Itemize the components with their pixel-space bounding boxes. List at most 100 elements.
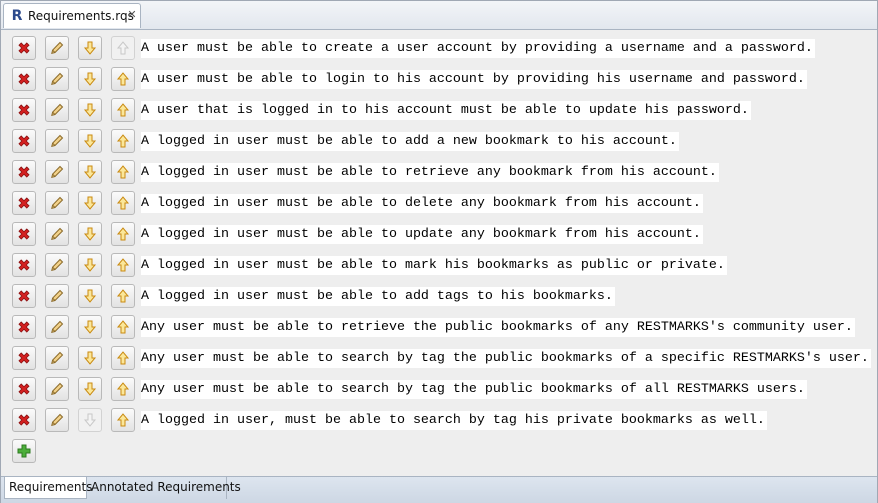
edit-pencil-icon (51, 320, 64, 333)
edit-pencil-icon (51, 196, 64, 209)
move-up-button[interactable] (111, 408, 135, 432)
requirement-text[interactable]: A user must be able to create a user acc… (141, 39, 815, 58)
delete-requirement-button[interactable] (12, 36, 36, 60)
edit-requirement-button[interactable] (45, 36, 69, 60)
move-up-button[interactable] (111, 315, 135, 339)
editor-tab-requirements[interactable]: R Requirements.rqs ✕ (3, 3, 141, 28)
delete-icon (18, 197, 30, 209)
tab-annotated-requirements[interactable]: Annotated Requirements (87, 477, 241, 499)
edit-pencil-icon (51, 103, 64, 116)
edit-pencil-icon (51, 227, 64, 240)
edit-requirement-button[interactable] (45, 98, 69, 122)
requirement-row: A logged in user must be able to update … (1, 219, 877, 249)
edit-pencil-icon (51, 41, 64, 54)
requirement-text[interactable]: Any user must be able to retrieve the pu… (141, 318, 855, 337)
delete-requirement-button[interactable] (12, 191, 36, 215)
requirement-text[interactable]: A logged in user, must be able to search… (141, 411, 767, 430)
delete-requirement-button[interactable] (12, 346, 36, 370)
edit-requirement-button[interactable] (45, 346, 69, 370)
move-down-button[interactable] (78, 160, 102, 184)
edit-pencil-icon (51, 72, 64, 85)
move-up-arrow-icon (116, 351, 130, 365)
requirement-row: Any user must be able to search by tag t… (1, 343, 877, 373)
move-down-button[interactable] (78, 284, 102, 308)
add-plus-icon (17, 444, 31, 458)
requirement-text[interactable]: A logged in user must be able to add tag… (141, 287, 615, 306)
move-up-button[interactable] (111, 253, 135, 277)
move-down-button[interactable] (78, 129, 102, 153)
delete-requirement-button[interactable] (12, 129, 36, 153)
delete-icon (18, 321, 30, 333)
edit-requirement-button[interactable] (45, 377, 69, 401)
move-down-arrow-icon (83, 103, 97, 117)
requirement-text[interactable]: A user that is logged in to his account … (141, 101, 751, 120)
edit-requirement-button[interactable] (45, 222, 69, 246)
move-down-arrow-icon (83, 289, 97, 303)
edit-requirement-button[interactable] (45, 253, 69, 277)
requirement-row: A logged in user, must be able to search… (1, 405, 877, 435)
move-up-arrow-icon (116, 196, 130, 210)
delete-requirement-button[interactable] (12, 160, 36, 184)
delete-requirement-button[interactable] (12, 284, 36, 308)
close-icon[interactable]: ✕ (126, 8, 138, 22)
move-up-button[interactable] (111, 191, 135, 215)
tab-requirements[interactable]: Requirements (4, 477, 92, 499)
move-down-arrow-icon (83, 351, 97, 365)
move-down-arrow-icon (83, 227, 97, 241)
move-up-button[interactable] (111, 160, 135, 184)
move-up-button[interactable] (111, 98, 135, 122)
delete-icon (18, 414, 30, 426)
edit-requirement-button[interactable] (45, 315, 69, 339)
delete-requirement-button[interactable] (12, 67, 36, 91)
delete-icon (18, 290, 30, 302)
delete-icon (18, 383, 30, 395)
edit-requirement-button[interactable] (45, 284, 69, 308)
move-up-button[interactable] (111, 222, 135, 246)
move-up-arrow-icon (116, 72, 130, 86)
edit-requirement-button[interactable] (45, 67, 69, 91)
editor-tab-title: Requirements.rqs (28, 9, 134, 23)
move-up-button[interactable] (111, 129, 135, 153)
edit-requirement-button[interactable] (45, 408, 69, 432)
requirement-text[interactable]: A logged in user must be able to add a n… (141, 132, 679, 151)
edit-requirement-button[interactable] (45, 129, 69, 153)
requirement-text[interactable]: A logged in user must be able to mark hi… (141, 256, 727, 275)
delete-requirement-button[interactable] (12, 315, 36, 339)
move-down-button[interactable] (78, 253, 102, 277)
requirement-row: A logged in user must be able to add a n… (1, 126, 877, 156)
add-requirement-button[interactable] (12, 439, 36, 463)
move-down-button[interactable] (78, 315, 102, 339)
move-up-arrow-icon (116, 134, 130, 148)
requirement-text[interactable]: A logged in user must be able to retriev… (141, 163, 719, 182)
edit-requirement-button[interactable] (45, 191, 69, 215)
move-up-button[interactable] (111, 377, 135, 401)
move-up-button[interactable] (111, 346, 135, 370)
move-down-button[interactable] (78, 377, 102, 401)
edit-requirement-button[interactable] (45, 160, 69, 184)
delete-requirement-button[interactable] (12, 98, 36, 122)
requirement-text[interactable]: A logged in user must be able to delete … (141, 194, 703, 213)
delete-icon (18, 228, 30, 240)
move-down-button[interactable] (78, 222, 102, 246)
requirement-text[interactable]: Any user must be able to search by tag t… (141, 349, 871, 368)
requirement-text[interactable]: A logged in user must be able to update … (141, 225, 703, 244)
delete-requirement-button[interactable] (12, 253, 36, 277)
move-down-arrow-icon (83, 165, 97, 179)
edit-pencil-icon (51, 289, 64, 302)
move-up-button[interactable] (111, 284, 135, 308)
requirement-text[interactable]: A user must be able to login to his acco… (141, 70, 807, 89)
delete-requirement-button[interactable] (12, 222, 36, 246)
delete-icon (18, 352, 30, 364)
editor-window: R Requirements.rqs ✕ A user must be able… (0, 0, 878, 503)
move-down-button[interactable] (78, 36, 102, 60)
move-up-button[interactable] (111, 67, 135, 91)
move-down-button[interactable] (78, 191, 102, 215)
delete-requirement-button[interactable] (12, 408, 36, 432)
delete-requirement-button[interactable] (12, 377, 36, 401)
requirement-text[interactable]: Any user must be able to search by tag t… (141, 380, 807, 399)
move-down-button[interactable] (78, 67, 102, 91)
move-down-button[interactable] (78, 346, 102, 370)
requirement-row: A user must be able to login to his acco… (1, 64, 877, 94)
move-down-button[interactable] (78, 98, 102, 122)
requirement-row: Any user must be able to search by tag t… (1, 374, 877, 404)
